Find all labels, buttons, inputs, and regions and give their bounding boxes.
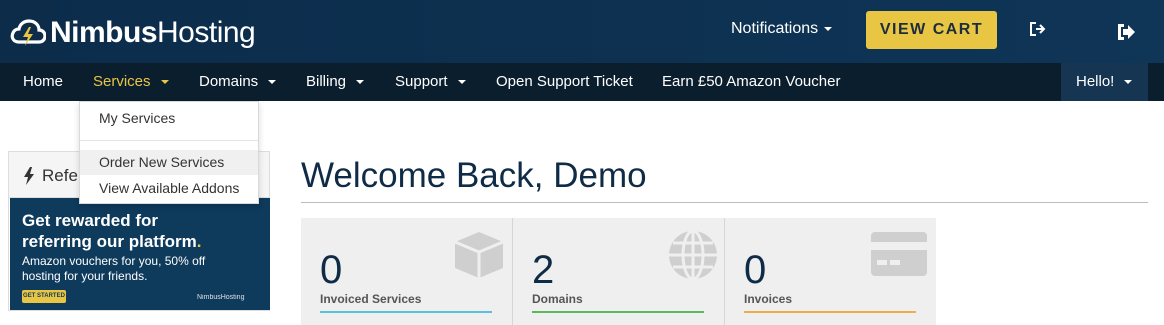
nav-billing-label: Billing [306, 73, 347, 90]
lightning-icon [24, 167, 34, 185]
services-dropdown-menu: My Services Order New Services View Avai… [79, 101, 259, 204]
caret-down-icon [457, 80, 466, 85]
stat-accent-bar [744, 311, 916, 313]
logout-icon[interactable] [1115, 22, 1137, 42]
stats-panel: 0 Invoiced Services 2 Domains 0 Invoices [301, 218, 936, 325]
menu-item-my-services[interactable]: My Services [80, 106, 258, 131]
caret-down-icon [268, 80, 277, 85]
caret-down-icon [824, 26, 833, 31]
notifications-menu[interactable]: Notifications [731, 20, 833, 38]
banner-headline-dot: . [196, 232, 202, 251]
nav-support[interactable]: Support [395, 63, 466, 101]
nav-domains[interactable]: Domains [199, 63, 277, 101]
stat-value: 0 [320, 248, 343, 292]
account-menu[interactable]: Hello! [1061, 63, 1148, 101]
main-navbar: Home Services Domains Billing Support Op… [0, 63, 1164, 101]
stat-accent-bar [532, 311, 704, 313]
referral-panel-title: Refer [42, 166, 84, 185]
banner-brand-logo: NimbusHosting [197, 294, 245, 301]
logout-outline-icon[interactable] [1029, 20, 1047, 38]
brand-name-regular: Hosting [157, 16, 256, 49]
cloud-lightning-icon [10, 19, 46, 46]
stat-label: Domains [532, 292, 583, 306]
nav-open-support-ticket[interactable]: Open Support Ticket [496, 63, 633, 101]
box-icon [454, 232, 504, 278]
caret-down-icon [1124, 80, 1133, 85]
referral-banner[interactable]: Get rewarded for referring our platform.… [10, 198, 270, 310]
credit-card-icon [871, 232, 927, 276]
nav-earn-voucher[interactable]: Earn £50 Amazon Voucher [662, 63, 840, 101]
stat-tile-invoices[interactable]: 0 Invoices [725, 218, 936, 325]
brand-logo[interactable]: Nimbus Hosting [10, 13, 256, 53]
menu-divider [80, 140, 258, 141]
nav-earn-voucher-label: Earn £50 Amazon Voucher [662, 73, 841, 90]
caret-down-icon [356, 80, 365, 85]
view-cart-button[interactable]: VIEW CART [866, 11, 997, 49]
banner-headline: Get rewarded for referring our platform. [22, 210, 222, 252]
banner-headline-text: Get rewarded for referring our platform [22, 211, 197, 251]
nav-domains-label: Domains [199, 73, 259, 90]
stat-value: 0 [744, 248, 767, 292]
menu-item-view-available-addons[interactable]: View Available Addons [80, 176, 258, 201]
nav-billing[interactable]: Billing [306, 63, 365, 101]
nav-services-label: Services [93, 73, 151, 90]
banner-subtext: Amazon vouchers for you, 50% off hosting… [22, 254, 206, 283]
nav-services[interactable]: Services [93, 63, 169, 101]
nav-open-ticket-label: Open Support Ticket [496, 73, 633, 90]
stat-value: 2 [532, 248, 555, 292]
nav-support-label: Support [395, 73, 448, 90]
stat-tile-invoiced-services[interactable]: 0 Invoiced Services [301, 218, 512, 325]
page-title: Welcome Back, Demo [301, 156, 647, 195]
globe-icon [669, 229, 717, 281]
stat-accent-bar [320, 311, 492, 313]
account-menu-label: Hello! [1076, 73, 1115, 90]
caret-down-icon [160, 80, 169, 85]
menu-item-order-new-services[interactable]: Order New Services [80, 150, 258, 175]
nav-home[interactable]: Home [23, 63, 63, 101]
stat-label: Invoices [744, 292, 793, 306]
title-divider [301, 202, 1148, 203]
top-header: Nimbus Hosting Notifications VIEW CART [0, 0, 1164, 63]
stat-label: Invoiced Services [320, 292, 422, 306]
nav-home-label: Home [23, 73, 64, 90]
notifications-label: Notifications [731, 20, 819, 37]
brand-name-bold: Nimbus [50, 16, 158, 49]
stat-tile-domains[interactable]: 2 Domains [513, 218, 724, 325]
get-started-button[interactable]: GET STARTED [22, 290, 66, 303]
